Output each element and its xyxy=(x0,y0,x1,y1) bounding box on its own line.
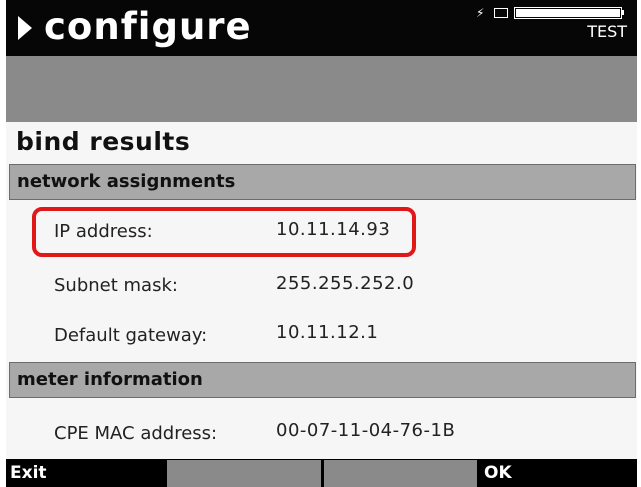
blank-toolbar xyxy=(6,56,637,122)
network-assignments-header: network assignments xyxy=(9,164,636,200)
ok-softkey[interactable]: OK xyxy=(480,459,637,487)
ip-address-value: 10.11.14.93 xyxy=(276,219,391,240)
cpe-mac-address-label: CPE MAC address: xyxy=(54,423,218,444)
section-title: network assignments xyxy=(17,171,236,192)
default-gateway-value: 10.11.12.1 xyxy=(276,322,379,343)
subnet-mask-label: Subnet mask: xyxy=(54,275,178,296)
page-heading: bind results xyxy=(16,127,191,156)
softkey-bar: Exit OK xyxy=(6,459,637,487)
connector-icon xyxy=(494,8,508,18)
screen-title: configure xyxy=(44,5,252,48)
title-bar: configure ⚡ TEST xyxy=(6,0,637,56)
ip-address-label: IP address: xyxy=(54,221,153,242)
battery-cap xyxy=(621,10,624,15)
status-area: ⚡ TEST xyxy=(476,6,631,50)
softkey-3-blank[interactable] xyxy=(324,460,477,487)
menu-arrow-icon xyxy=(18,16,32,40)
default-gateway-label: Default gateway: xyxy=(54,325,208,346)
softkey-2-blank[interactable] xyxy=(167,460,321,487)
battery-level-fill xyxy=(516,9,620,17)
exit-softkey[interactable]: Exit xyxy=(6,459,166,487)
cpe-mac-address-value: 00-07-11-04-76-1B xyxy=(276,420,456,441)
battery-icon xyxy=(514,7,622,19)
power-plug-icon: ⚡ xyxy=(476,6,485,20)
subnet-mask-value: 255.255.252.0 xyxy=(276,273,415,294)
device-screen: configure ⚡ TEST bind results network as… xyxy=(6,0,637,487)
section-title: meter information xyxy=(17,369,203,390)
meter-information-header: meter information xyxy=(9,362,636,398)
mode-label: TEST xyxy=(587,22,627,41)
